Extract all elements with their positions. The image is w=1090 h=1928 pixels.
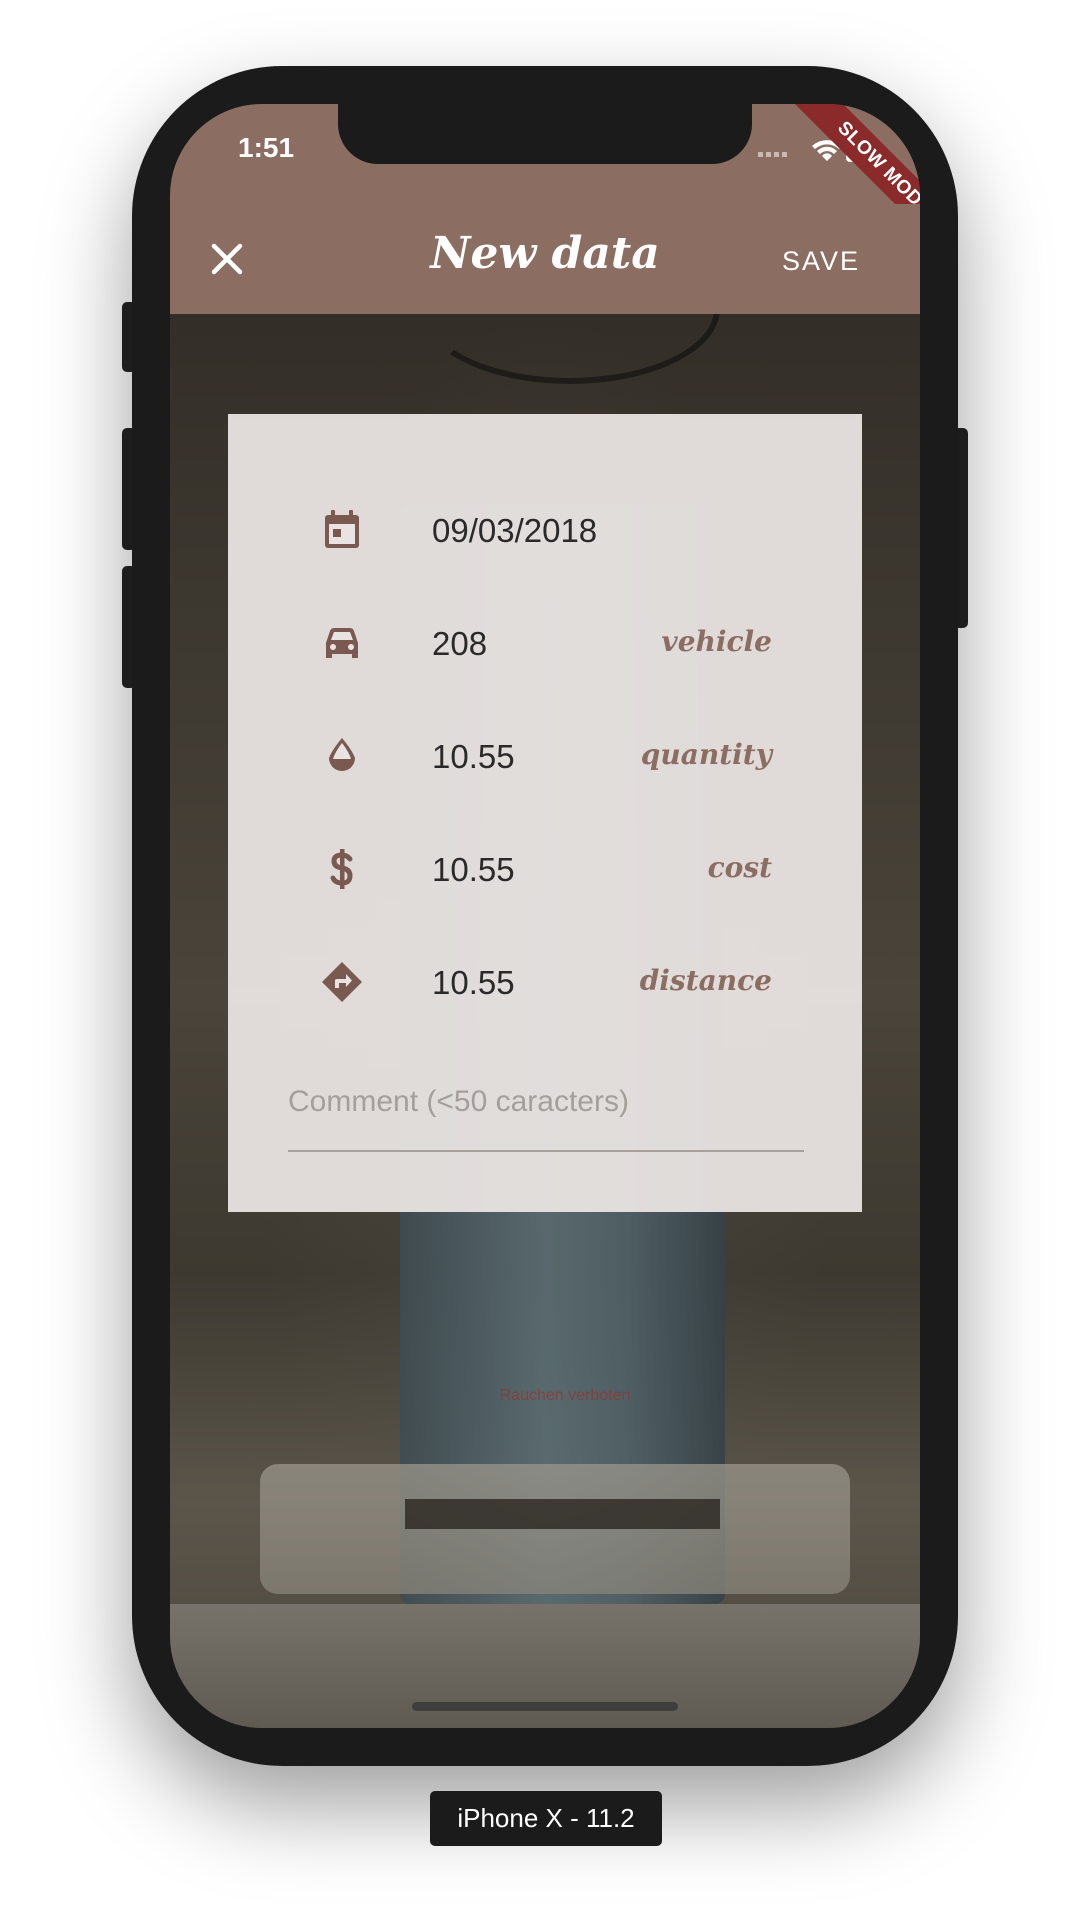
date-value: 09/03/2018 [432,512,598,549]
quantity-label: quantity [640,738,772,771]
quantity-row[interactable]: 10.55 quantity [228,716,862,796]
directions-icon [322,962,362,1002]
date-row[interactable]: 09/03/2018 [228,490,862,570]
car-icon [326,628,358,658]
drop-icon [329,738,355,771]
phone-screen: Rauchen verboten 1:51 SLOW MODE New data… [170,104,920,1728]
home-indicator[interactable] [412,1702,678,1711]
status-time: 1:51 [238,132,295,163]
vehicle-row[interactable]: 208 vehicle [228,603,862,683]
app-bar: New data SAVE [170,204,920,314]
cost-value: 10.55 [432,851,515,888]
status-bar: 1:51 SLOW MODE [170,104,920,259]
vehicle-label: vehicle [661,625,772,658]
close-button[interactable] [202,234,252,284]
device-label: iPhone X - 11.2 [430,1791,662,1846]
cost-label: cost [707,851,772,884]
save-button[interactable]: SAVE [782,246,860,277]
form-card: 09/03/2018 208 vehicle 10.55 quantity 10… [228,414,862,1212]
pump-base [260,1464,850,1594]
comment-field[interactable] [288,1072,804,1152]
distance-row[interactable]: 10.55 distance [228,942,862,1022]
close-icon [211,243,243,275]
dollar-icon [330,849,353,889]
quantity-value: 10.55 [432,738,515,775]
phone-frame: Rauchen verboten 1:51 SLOW MODE New data… [132,66,958,1766]
notch [338,104,752,164]
calendar-icon [325,510,359,548]
vehicle-value: 208 [432,625,488,662]
page-title: New data [430,228,660,279]
pump-warning-text: Rauchen verboten [499,1387,631,1404]
distance-label: distance [639,964,772,997]
comment-input[interactable] [288,1072,804,1132]
cost-row[interactable]: 10.55 cost [228,829,862,909]
pump-strip [405,1499,720,1529]
distance-value: 10.55 [432,964,515,1001]
